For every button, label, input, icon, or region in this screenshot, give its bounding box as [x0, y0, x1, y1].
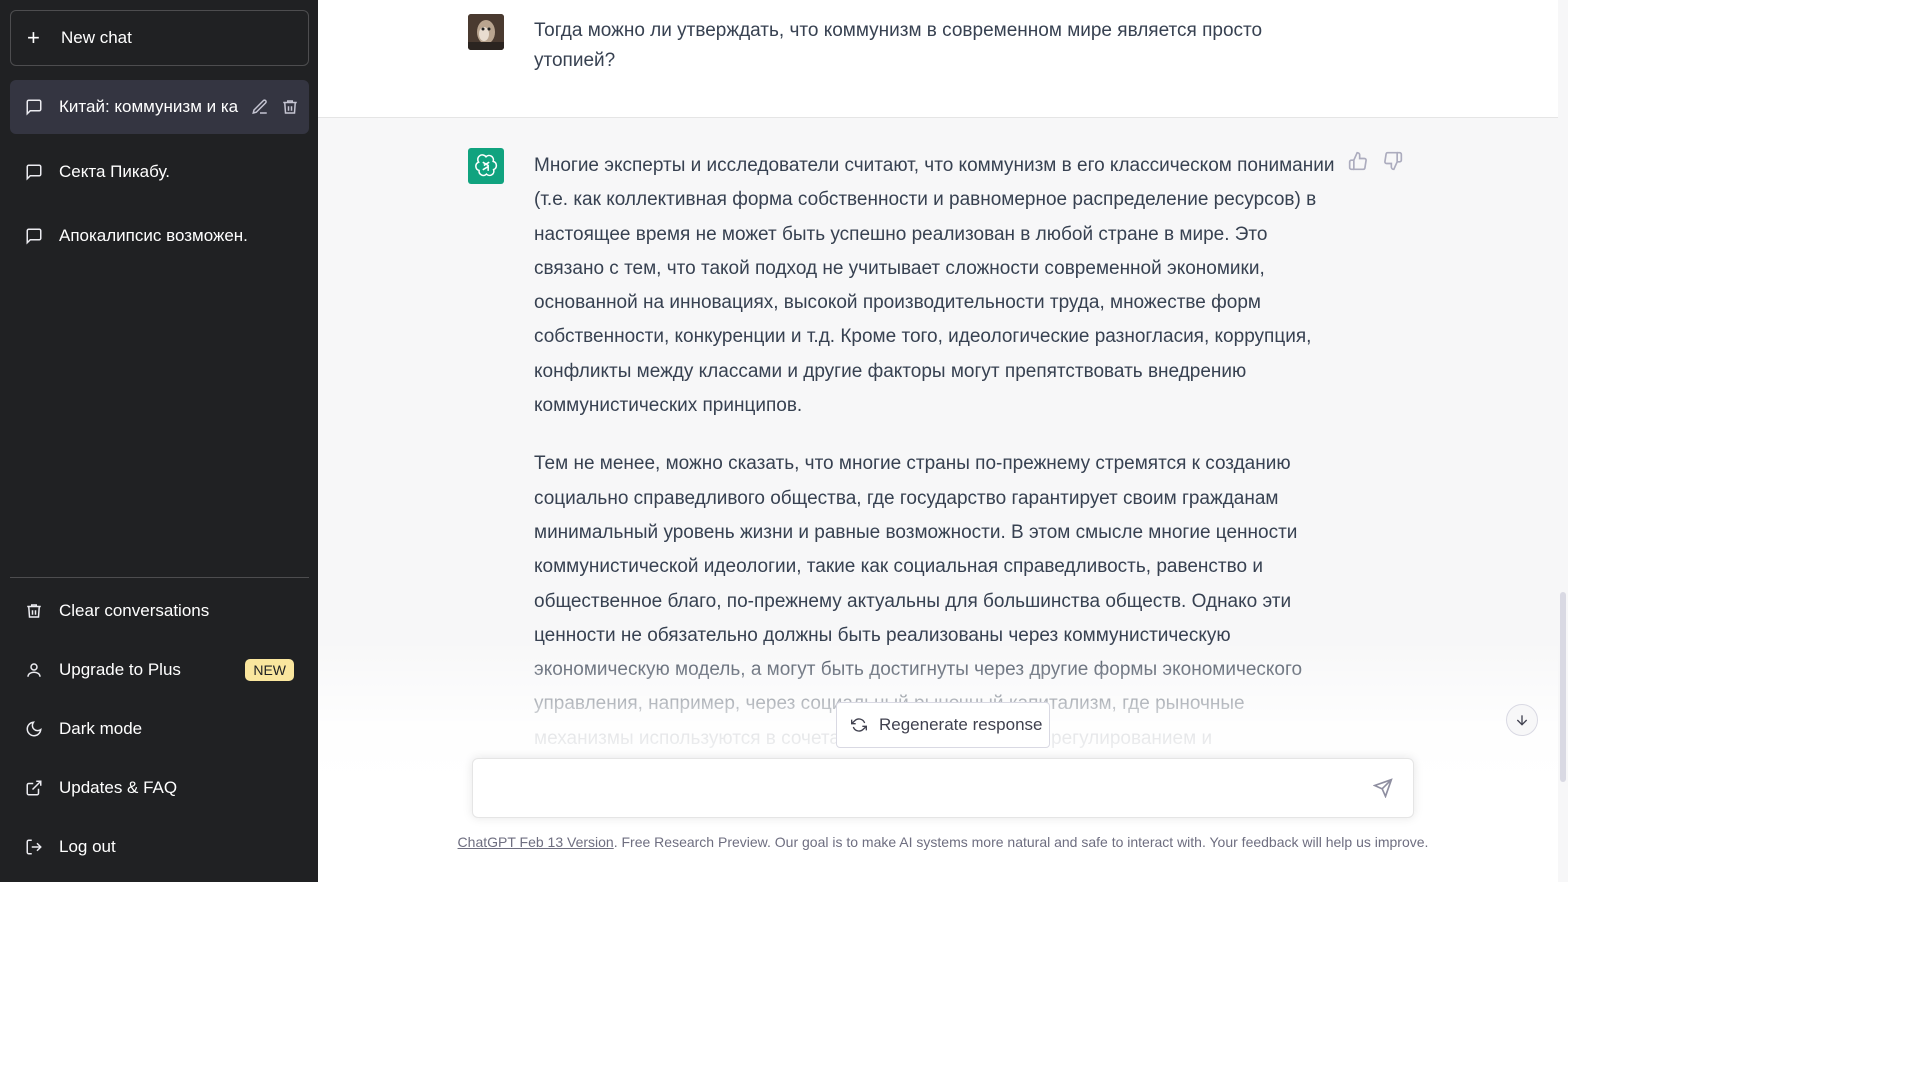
chatgpt-logo-icon [468, 148, 504, 184]
message-input-box [472, 758, 1414, 818]
dark-mode-button[interactable]: Dark mode [10, 704, 309, 754]
updates-faq-link[interactable]: Updates & FAQ [10, 763, 309, 813]
dark-mode-label: Dark mode [59, 719, 143, 738]
thumbs-down-icon[interactable] [1383, 151, 1405, 173]
chat-bubble-icon [24, 97, 44, 117]
regenerate-response-button[interactable]: Regenerate response [836, 702, 1050, 748]
moon-icon [24, 719, 44, 739]
user-message-row: Тогда можно ли утверждать, что коммунизм… [318, 0, 1558, 118]
scrollbar[interactable] [1558, 0, 1568, 882]
user-avatar [468, 14, 504, 50]
arrow-down-icon [1516, 715, 1528, 726]
upgrade-to-plus-button[interactable]: Upgrade to Plus NEW [10, 645, 309, 695]
chat-item-active[interactable]: Китай: коммунизм и ка [10, 80, 309, 134]
chat-item-title: Китай: коммунизм и ка [59, 97, 239, 116]
external-link-icon [24, 778, 44, 798]
chat-item[interactable]: Секта Пикабу. [10, 145, 309, 199]
user-message-text: Тогда можно ли утверждать, что коммунизм… [534, 20, 1263, 71]
trash-icon [24, 601, 44, 621]
chat-item-title: Секта Пикабу. [59, 162, 170, 181]
scroll-down-button[interactable] [1506, 704, 1538, 736]
refresh-icon [851, 717, 869, 733]
footer-text: . Free Research Preview. Our goal is to … [613, 834, 1429, 850]
thumbs-up-icon[interactable] [1348, 151, 1370, 173]
clear-conversations-button[interactable]: Clear conversations [10, 586, 309, 636]
sidebar-divider [10, 577, 309, 578]
log-out-icon [24, 837, 44, 857]
new-chat-button[interactable]: + New chat [10, 10, 309, 66]
log-out-label: Log out [59, 837, 116, 856]
new-chat-label: New chat [61, 28, 132, 47]
version-link[interactable]: ChatGPT Feb 13 Version [458, 834, 614, 850]
upgrade-label: Upgrade to Plus [59, 660, 181, 679]
footer: ChatGPT Feb 13 Version. Free Research Pr… [318, 834, 1568, 850]
scrollbar-thumb[interactable] [1560, 592, 1566, 782]
sidebar: + New chat Китай: коммунизм и ка Секта П… [0, 0, 318, 882]
assistant-paragraph: Многие эксперты и исследователи считают,… [534, 155, 1335, 417]
chat-item[interactable]: Апокалипсис возможен. [10, 209, 309, 263]
log-out-button[interactable]: Log out [10, 822, 309, 872]
chat-bubble-icon [24, 226, 44, 246]
send-icon[interactable] [1372, 778, 1395, 800]
chat-item-title: Апокалипсис возможен. [59, 226, 248, 245]
user-icon [24, 660, 44, 680]
edit-icon[interactable] [249, 96, 271, 118]
regenerate-label: Regenerate response [879, 715, 1043, 734]
chat-bubble-icon [24, 162, 44, 182]
clear-conversations-label: Clear conversations [59, 601, 210, 620]
plus-icon: + [27, 25, 40, 50]
message-input[interactable] [487, 775, 1347, 803]
new-badge: NEW [245, 659, 294, 681]
trash-icon[interactable] [279, 96, 301, 118]
chat-main: Тогда можно ли утверждать, что коммунизм… [318, 0, 1568, 882]
updates-faq-label: Updates & FAQ [59, 778, 178, 797]
